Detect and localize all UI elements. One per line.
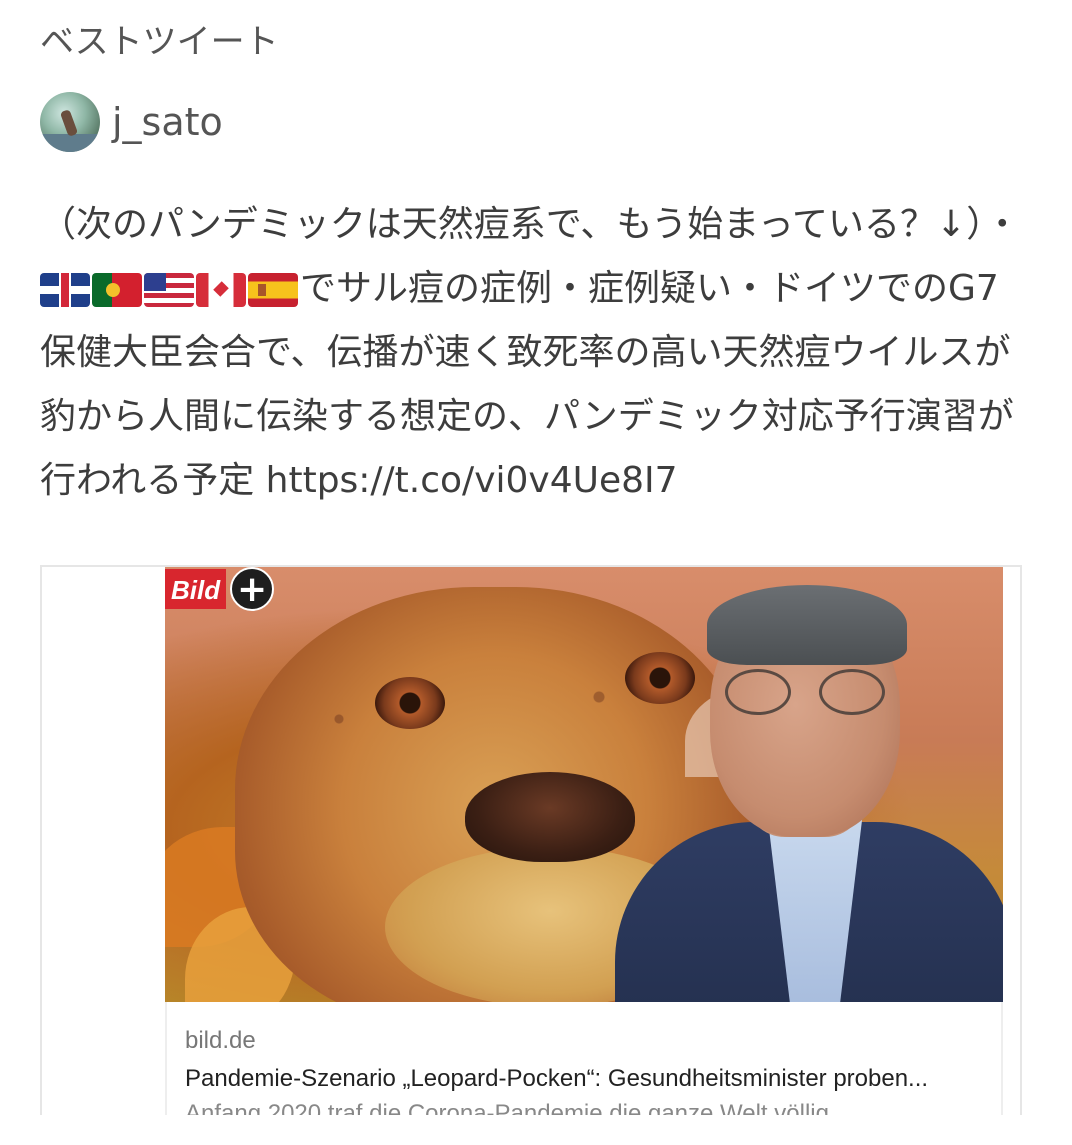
bild-logo: Bild: [165, 569, 227, 609]
tweet-text: （次のパンデミックは天然痘系で、もう始まっている？↓）・ でサル痘の症例・症例疑…: [40, 193, 1030, 513]
link-headline[interactable]: Pandemie-Szenario „Leopard-Pocken“: Gesu…: [185, 1065, 985, 1093]
bild-plus-badge: Bild +: [165, 567, 275, 611]
leopard-nose: [465, 772, 635, 862]
avatar-background: [40, 134, 100, 152]
card-text-area: [165, 1002, 1003, 1115]
es-flag-icon: [248, 273, 298, 307]
plus-icon: +: [230, 567, 275, 611]
hair: [707, 585, 907, 665]
ca-flag-icon: [196, 273, 246, 307]
flag-emoji-group: [40, 273, 298, 307]
link-preview-card[interactable]: Bild + bild.de Pandemie-Szenario „Leopar…: [40, 565, 1022, 1115]
tweet-text-line1: （次のパンデミックは天然痘系で、もう始まっている？↓）・: [40, 204, 1021, 245]
avatar-figure: [59, 109, 79, 137]
link-description: Anfang 2020 traf die Corona-Pandemie die…: [185, 1100, 829, 1115]
link-preview-image[interactable]: Bild +: [165, 567, 1003, 1002]
tweet-author[interactable]: j_sato: [40, 92, 223, 152]
minister-portrait: [615, 567, 1003, 1002]
avatar[interactable]: [40, 92, 100, 152]
author-username[interactable]: j_sato: [112, 100, 223, 144]
us-flag-icon: [144, 273, 194, 307]
glasses: [725, 669, 885, 715]
link-domain: bild.de: [185, 1027, 256, 1054]
gb-flag-icon: [40, 273, 90, 307]
section-title: ベストツイート: [40, 22, 279, 62]
leopard-eye-left: [375, 677, 445, 729]
pt-flag-icon: [92, 273, 142, 307]
